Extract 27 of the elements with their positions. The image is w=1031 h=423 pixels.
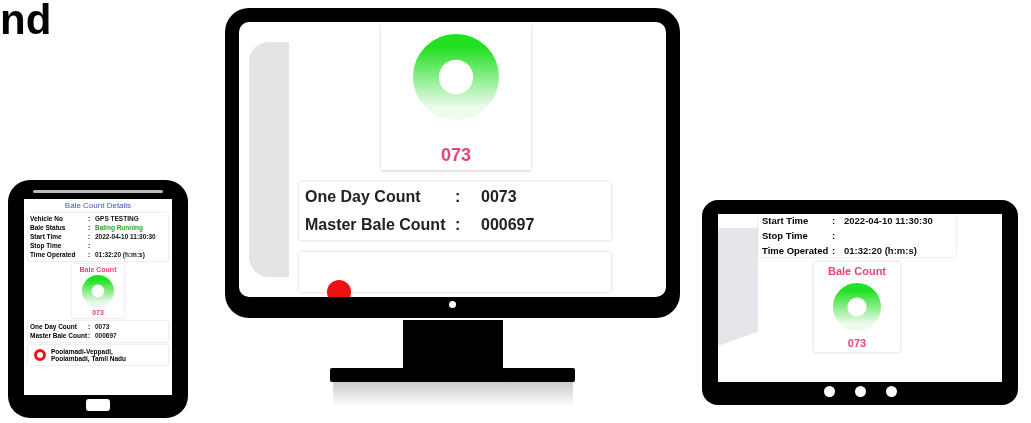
detail-label: Stop Time	[762, 230, 809, 241]
colon: :	[832, 245, 837, 256]
donut-drawing	[82, 275, 114, 307]
detail-label: Start Time	[762, 215, 810, 226]
colon: :	[455, 188, 462, 206]
detail-value: 01:32:20 (h:m:s)	[844, 245, 917, 256]
count-label: One Day Count	[305, 188, 422, 206]
bale-count-title: Bale Count	[827, 265, 887, 277]
nav-dot	[823, 386, 835, 397]
location-pin-icon	[34, 349, 46, 361]
colon: :	[832, 215, 837, 226]
count-value: 000697	[481, 216, 535, 234]
location-pin-icon	[327, 280, 351, 297]
colon: :	[832, 230, 837, 241]
bale-count-value: 073	[847, 337, 867, 349]
donut-drawing	[833, 283, 881, 331]
count-value: 0073	[481, 188, 517, 206]
count-label: Master Bale Count	[305, 216, 447, 234]
detail-label: Time Operated	[762, 245, 830, 256]
detail-value: 2022-04-10 11:30:30	[844, 215, 933, 226]
nav-dot	[885, 386, 897, 397]
nav-dot	[854, 386, 866, 397]
screen-title: Bale Count Details	[63, 201, 133, 210]
heading: nd	[0, 0, 52, 40]
bale-count-value: 073	[440, 145, 471, 166]
camera-dot	[449, 301, 456, 308]
colon: :	[455, 216, 462, 234]
